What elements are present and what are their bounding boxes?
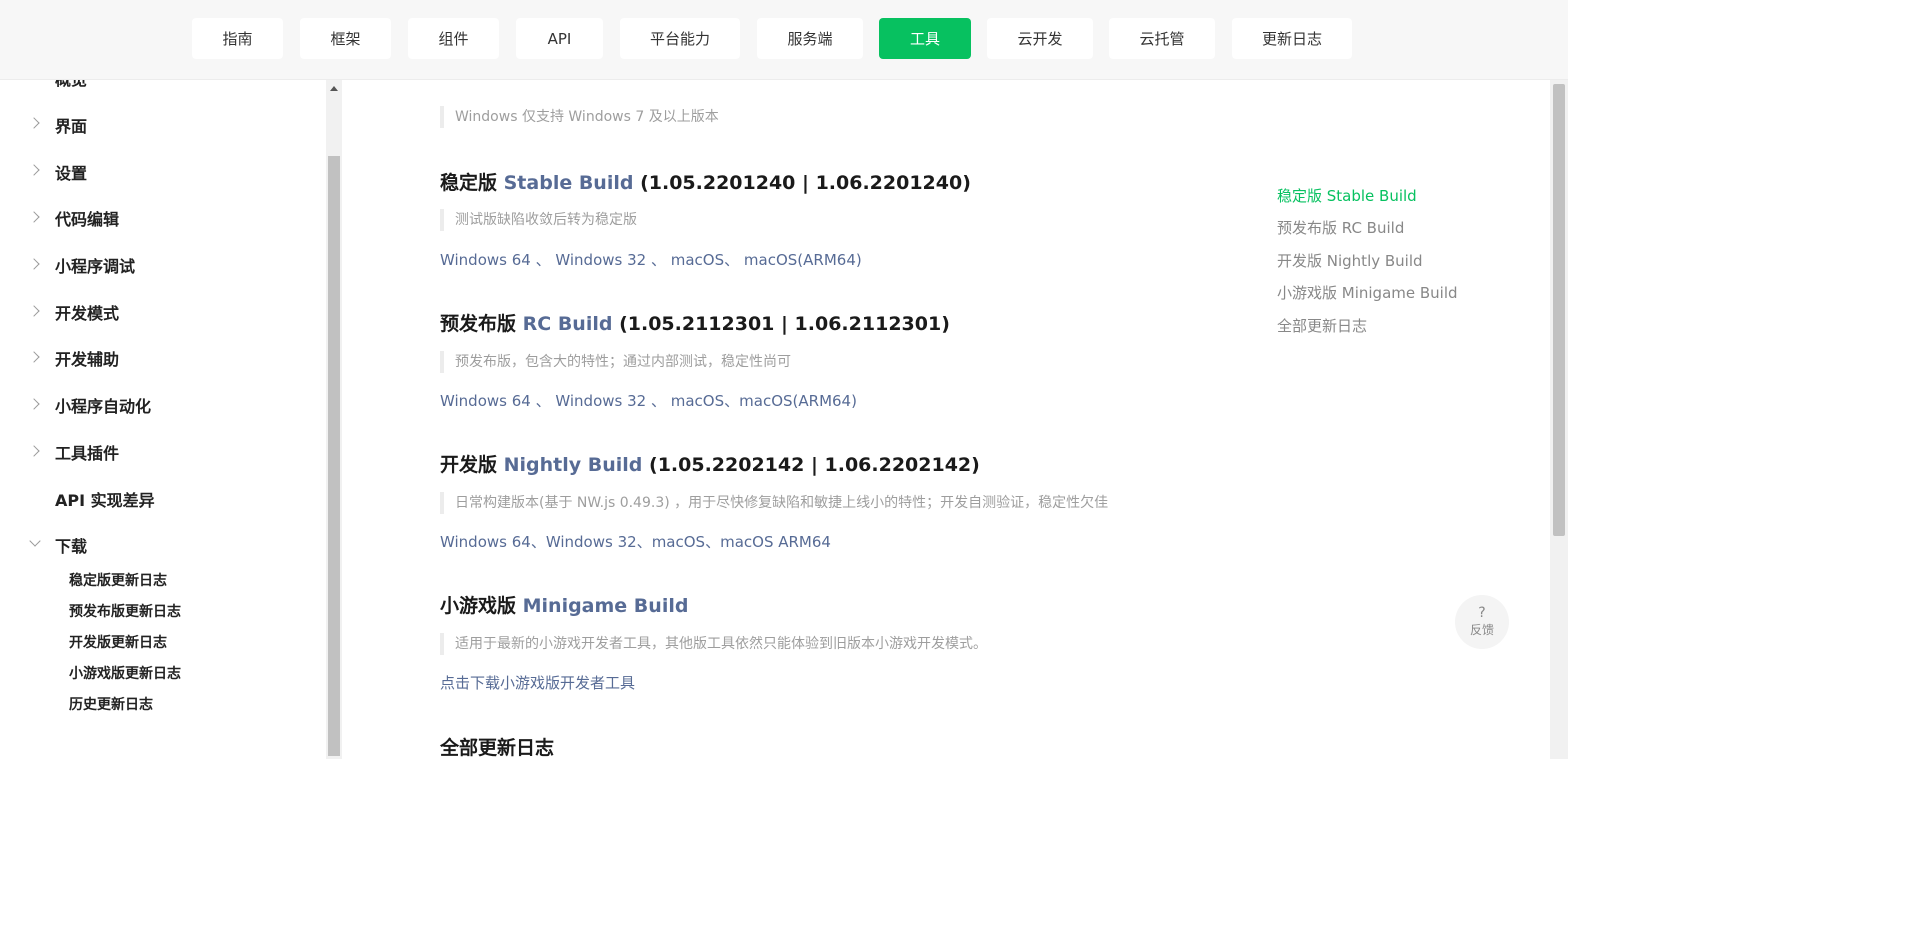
link-separator: 、 xyxy=(530,251,556,269)
stable-build-heading: 稳定版 Stable Build (1.05.2201240 | 1.06.22… xyxy=(440,168,971,195)
link-separator: 、 xyxy=(705,533,721,551)
download-link-macos-arm64[interactable]: macOS(ARM64) xyxy=(739,392,857,410)
link-separator: 、 xyxy=(636,533,652,551)
nightly-build-note: 日常构建版本(基于 NW.js 0.49.3) ，用于尽快修复缺陷和敏捷上线小的… xyxy=(440,492,1108,514)
sidebar-sub-history-log[interactable]: 历史更新日志 xyxy=(69,694,153,714)
download-link-macos-arm64[interactable]: macOS(ARM64) xyxy=(744,251,862,269)
minigame-build-heading: 小游戏版 Minigame Build xyxy=(440,591,688,618)
heading-version: (1.05.2202142 | 1.06.2202142) xyxy=(642,454,980,476)
nightly-build-heading: 开发版 Nightly Build (1.05.2202142 | 1.06.2… xyxy=(440,450,980,477)
link-separator: 、 xyxy=(724,392,740,410)
minigame-build-note: 适用于最新的小游戏开发者工具，其他版工具依然只能体验到旧版本小游戏开发模式。 xyxy=(440,633,987,655)
heading-cn: 开发版 xyxy=(440,454,504,476)
feedback-label: 反馈 xyxy=(1469,623,1494,637)
rc-build-note: 预发布版，包含大的特性；通过内部测试，稳定性尚可 xyxy=(440,351,791,373)
download-link-win32[interactable]: Windows 32 xyxy=(555,392,646,410)
sidebar-item-plugins[interactable]: 工具插件 xyxy=(55,440,119,464)
sidebar: 概览 界面 设置 代码编辑 小程序调试 开发模式 开发辅助 小程序自动化 工具插… xyxy=(0,80,326,759)
sidebar-item-dev-assist[interactable]: 开发辅助 xyxy=(55,346,119,370)
toc-nightly-build[interactable]: 开发版 Nightly Build xyxy=(1277,250,1423,271)
rc-download-links: Windows 64 、 Windows 32 、 macOS、macOS(AR… xyxy=(440,390,857,411)
download-link-win64[interactable]: Windows 64 xyxy=(440,251,531,269)
download-link-macos[interactable]: macOS xyxy=(671,392,724,410)
minigame-download-link[interactable]: 点击下载小游戏版开发者工具 xyxy=(440,672,635,693)
heading-cn: 预发布版 xyxy=(440,313,523,335)
sidebar-sub-rc-log[interactable]: 预发布版更新日志 xyxy=(69,601,181,621)
question-mark-icon: ? xyxy=(1478,605,1486,621)
sidebar-sub-minigame-log[interactable]: 小游戏版更新日志 xyxy=(69,663,181,683)
all-logs-heading: 全部更新日志 xyxy=(440,737,555,759)
page-scroll-thumb[interactable] xyxy=(1553,84,1565,536)
nav-guide[interactable]: 指南 xyxy=(192,18,283,59)
download-link-win32[interactable]: Windows 32 xyxy=(546,533,637,551)
stable-download-links: Windows 64 、 Windows 32 、 macOS、 macOS(A… xyxy=(440,249,862,270)
download-link-macos[interactable]: macOS xyxy=(652,533,705,551)
sidebar-item-overview[interactable]: 概览 xyxy=(55,80,87,90)
sidebar-scrollbar[interactable] xyxy=(326,80,342,759)
rc-build-heading: 预发布版 RC Build (1.05.2112301 | 1.06.21123… xyxy=(440,309,950,336)
sidebar-item-automation[interactable]: 小程序自动化 xyxy=(55,393,151,417)
download-link-macos-arm64[interactable]: macOS ARM64 xyxy=(720,533,831,551)
download-link-win64[interactable]: Windows 64 xyxy=(440,533,531,551)
nav-component[interactable]: 组件 xyxy=(408,18,499,59)
sidebar-item-dev-mode[interactable]: 开发模式 xyxy=(55,300,119,324)
heading-en: Stable Build xyxy=(503,172,634,194)
sidebar-item-settings[interactable]: 设置 xyxy=(55,160,87,184)
toc-minigame-build[interactable]: 小游戏版 Minigame Build xyxy=(1277,282,1458,303)
heading-version: (1.05.2112301 | 1.06.2112301) xyxy=(612,313,950,335)
link-separator: 、 xyxy=(724,251,744,269)
link-separator: 、 xyxy=(530,533,546,551)
heading-en: Nightly Build xyxy=(503,454,643,476)
sidebar-item-debug[interactable]: 小程序调试 xyxy=(55,253,135,277)
toc-stable-build[interactable]: 稳定版 Stable Build xyxy=(1277,185,1417,206)
heading-en: Minigame Build xyxy=(522,595,689,617)
windows-support-note: Windows 仅支持 Windows 7 及以上版本 xyxy=(440,106,719,128)
link-separator: 、 xyxy=(646,251,671,269)
stable-build-note: 测试版缺陷收敛后转为稳定版 xyxy=(440,209,637,231)
nav-cloud-dev[interactable]: 云开发 xyxy=(987,18,1093,59)
top-nav: 指南 框架 组件 API 平台能力 服务端 工具 云开发 云托管 更新日志 xyxy=(0,0,1568,80)
heading-en: RC Build xyxy=(522,313,613,335)
toc-all-logs[interactable]: 全部更新日志 xyxy=(1277,315,1367,336)
nav-framework[interactable]: 框架 xyxy=(300,18,391,59)
sidebar-item-download[interactable]: 下载 xyxy=(55,533,87,557)
sidebar-scroll-thumb[interactable] xyxy=(328,156,340,756)
nav-platform[interactable]: 平台能力 xyxy=(620,18,740,59)
page-scrollbar[interactable] xyxy=(1550,80,1568,759)
nav-cloud-hosting[interactable]: 云托管 xyxy=(1109,18,1215,59)
nightly-download-links: Windows 64、Windows 32、macOS、macOS ARM64 xyxy=(440,531,831,552)
feedback-button[interactable]: ? 反馈 xyxy=(1455,595,1509,649)
heading-version: (1.05.2201240 | 1.06.2201240) xyxy=(633,172,971,194)
sidebar-sub-stable-log[interactable]: 稳定版更新日志 xyxy=(69,570,167,590)
download-link-macos[interactable]: macOS xyxy=(671,251,724,269)
download-link-win32[interactable]: Windows 32 xyxy=(555,251,646,269)
link-separator: 、 xyxy=(530,392,556,410)
sidebar-item-api-diff[interactable]: API 实现差异 xyxy=(55,487,155,511)
sidebar-item-code-edit[interactable]: 代码编辑 xyxy=(55,206,119,230)
nav-server[interactable]: 服务端 xyxy=(757,18,863,59)
heading-cn: 小游戏版 xyxy=(440,595,523,617)
scroll-up-arrow-icon[interactable] xyxy=(330,86,338,91)
link-separator: 、 xyxy=(646,392,671,410)
sidebar-item-interface[interactable]: 界面 xyxy=(55,113,87,137)
download-link-win64[interactable]: Windows 64 xyxy=(440,392,531,410)
nav-api[interactable]: API xyxy=(516,18,603,59)
nav-changelog[interactable]: 更新日志 xyxy=(1232,18,1352,59)
sidebar-gutter xyxy=(0,80,52,759)
nav-tools[interactable]: 工具 xyxy=(879,18,971,59)
toc-rc-build[interactable]: 预发布版 RC Build xyxy=(1277,217,1404,238)
heading-cn: 稳定版 xyxy=(440,172,504,194)
sidebar-sub-nightly-log[interactable]: 开发版更新日志 xyxy=(69,632,167,652)
